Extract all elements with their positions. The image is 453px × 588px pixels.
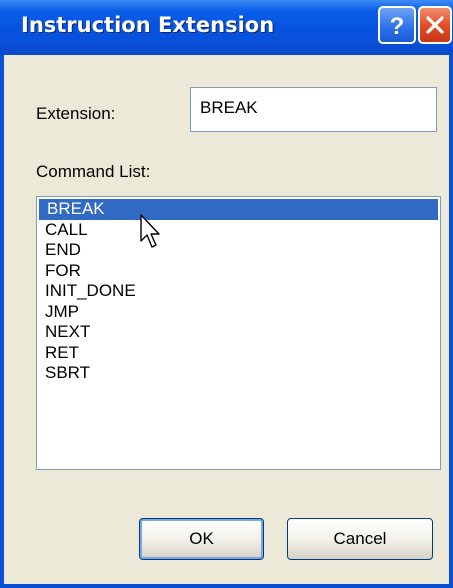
svg-text:?: ? bbox=[390, 13, 405, 38]
list-item-end[interactable]: END bbox=[37, 240, 440, 261]
cancel-button[interactable]: Cancel bbox=[287, 518, 433, 560]
list-item-break[interactable]: BREAK bbox=[39, 199, 438, 220]
list-item-init-done[interactable]: INIT_DONE bbox=[37, 281, 440, 302]
list-item-jmp[interactable]: JMP bbox=[37, 302, 440, 323]
list-item-next[interactable]: NEXT bbox=[37, 322, 440, 343]
title-bar[interactable]: Instruction Extension ? bbox=[0, 0, 453, 55]
list-item-sbrt[interactable]: SBRT bbox=[37, 363, 440, 384]
extension-label: Extension: bbox=[36, 104, 116, 123]
list-item-for[interactable]: FOR bbox=[37, 261, 440, 282]
question-mark-icon: ? bbox=[386, 12, 408, 38]
extension-input[interactable]: BREAK bbox=[190, 87, 437, 132]
close-button[interactable] bbox=[418, 6, 452, 44]
list-item-ret[interactable]: RET bbox=[37, 343, 440, 364]
mouse-pointer-icon bbox=[140, 214, 164, 256]
window-title: Instruction Extension bbox=[21, 13, 275, 37]
ok-button[interactable]: OK bbox=[139, 518, 264, 560]
command-listbox[interactable]: BREAK CALL END FOR INIT_DONE JMP NEXT RE… bbox=[36, 196, 441, 470]
close-icon bbox=[425, 15, 445, 35]
list-item-call[interactable]: CALL bbox=[37, 220, 440, 241]
command-list-label: Command List: bbox=[36, 162, 151, 181]
help-button[interactable]: ? bbox=[378, 6, 416, 44]
